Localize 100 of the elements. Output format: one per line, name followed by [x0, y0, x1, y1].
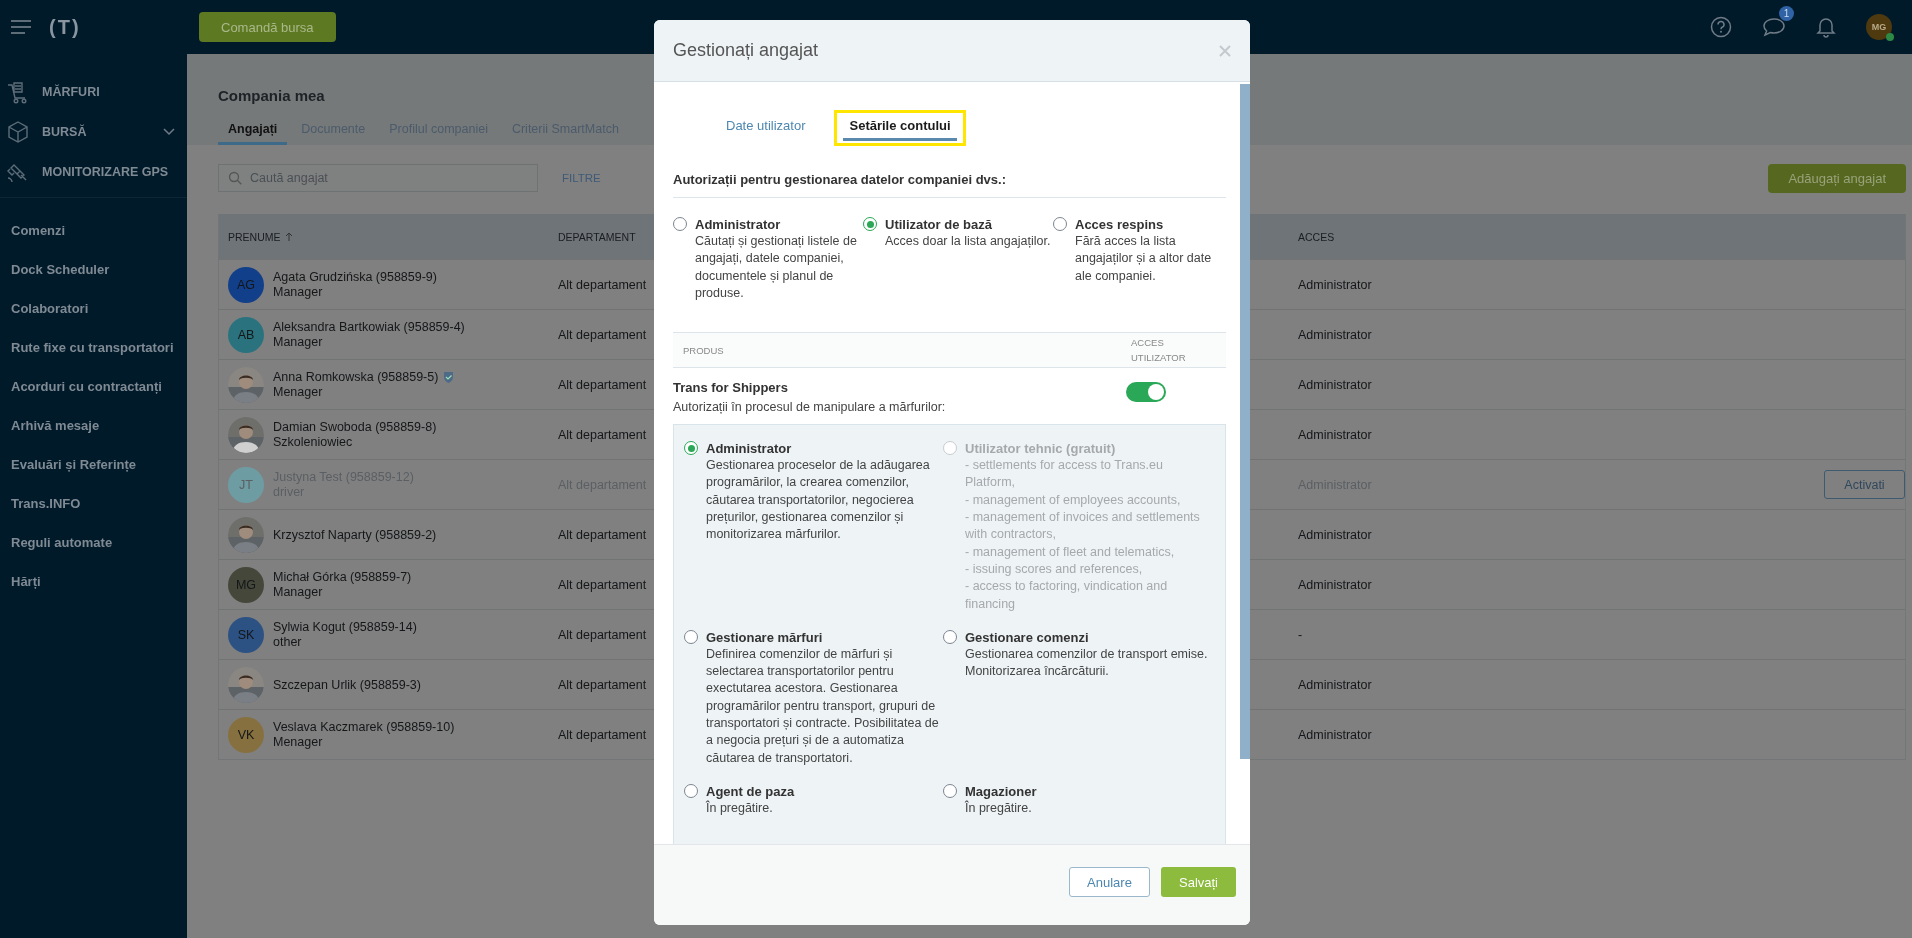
employee-role: other: [273, 635, 303, 649]
logo[interactable]: (T): [49, 15, 81, 39]
access-cell: Administrator: [1298, 527, 1372, 542]
employee-name[interactable]: Damian Swoboda (958859-8): [273, 420, 437, 434]
sidebar-link[interactable]: Rute fixe cu transportatori: [11, 339, 187, 356]
employee-name[interactable]: Krzysztof Naparty (958859-2): [273, 527, 437, 542]
column-header: PRODUS: [683, 344, 724, 356]
sidebar-module[interactable]: BURSĂ: [5, 118, 187, 145]
employee-role: Menager: [273, 385, 324, 399]
avatar: VK: [228, 716, 264, 753]
radio-button[interactable]: [943, 783, 957, 798]
scrollbar[interactable]: [1240, 84, 1250, 759]
access-cell: Administrator: [1298, 427, 1372, 442]
search-icon: [228, 171, 242, 185]
option-title: Magazioner: [965, 782, 1037, 800]
option-description: Acces doar la lista angajaților.: [885, 233, 1051, 250]
product-subtitle: Autorizații în procesul de manipulare a mărfurilor:: [673, 400, 946, 415]
dialog-title: Gestionați angajat: [673, 40, 819, 61]
option-description: Definirea comenzilor de mărfuri și selectarea transportatorilor pentru exectutarea acestora. Gestionarea programărilor pentru transport, grupuri de transportatori și contracte. Posibilitatea de a negocia prețuri și de a automatiza căutarea de transportatori.: [706, 645, 940, 767]
radio-button[interactable]: [863, 217, 877, 231]
employee-name[interactable]: Aleksandra Bartkowiak (958859-4): [273, 320, 465, 334]
page-title: Compania mea: [218, 87, 326, 104]
option-title: Agent de paza: [706, 782, 795, 800]
dialog-tab[interactable]: Date utilizator: [711, 110, 821, 146]
user-avatar[interactable]: MG: [1866, 14, 1892, 40]
sidebar-link[interactable]: Colaboratori: [11, 300, 187, 317]
product-name: Trans for Shippers: [673, 380, 789, 396]
employee-name[interactable]: Agata Grudzińska (958859-9): [273, 270, 437, 284]
department-cell: Alt departament: [558, 677, 647, 692]
access-cell: -: [1298, 627, 1303, 642]
sidebar-module[interactable]: MĂRFURI: [5, 78, 187, 105]
option-title: Gestionare comenzi: [965, 628, 1090, 646]
employee-name[interactable]: Anna Romkowska (958859-5): [273, 370, 439, 384]
avatar: JT: [228, 466, 264, 503]
sidebar-link[interactable]: Acorduri cu contractanți: [11, 378, 187, 395]
chat-icon[interactable]: [1762, 16, 1786, 38]
access-cell: Administrator: [1298, 327, 1372, 342]
help-icon[interactable]: [1710, 16, 1732, 38]
department-cell: Alt departament: [558, 627, 647, 642]
department-cell: Alt departament: [558, 577, 647, 592]
column-header[interactable]: PRENUME: [219, 230, 558, 243]
option-description: În pregătire.: [965, 799, 1033, 817]
option-title: Gestionare mărfuri: [706, 628, 824, 646]
column-header: ACCES UTILIZATOR: [1131, 336, 1186, 366]
option-description: Gestionarea proceselor de la adăugarea programărilor, la crearea comenzilor, căutarea transportatorilor, negocierea prețurilor, gestionarea comenzilor și monitorizarea mărfurilor.: [706, 457, 931, 544]
sidebar-link[interactable]: Arhivă mesaje: [11, 417, 187, 434]
option-description: Fără acces la lista angajaților și a altor date ale companiei.: [1075, 233, 1213, 285]
access-cell: Administrator: [1298, 277, 1372, 292]
option-title: Acces respins: [1075, 216, 1165, 233]
employee-name[interactable]: Sylwia Kogut (958859-14): [273, 620, 417, 634]
radio-button[interactable]: [1053, 217, 1067, 231]
menu-icon[interactable]: [11, 20, 31, 34]
sidebar-link[interactable]: Evaluări și Referințe: [11, 456, 187, 473]
add-employee-button[interactable]: Adăugați angajat: [1768, 163, 1906, 193]
radio-button[interactable]: [684, 441, 698, 456]
dialog-tab[interactable]: Setările contului: [834, 110, 966, 146]
sidebar-link[interactable]: Reguli automate: [11, 534, 187, 551]
cube-icon: [5, 118, 31, 145]
option-description: Căutați și gestionați listele de angajați, datele companiei, documentele și planul de produse.: [695, 233, 858, 302]
option-title: Utilizator tehnic (gratuit): [965, 440, 1117, 458]
message-count-badge: 1: [1779, 6, 1794, 21]
radio-button[interactable]: [943, 629, 957, 644]
department-cell: Alt departament: [558, 377, 647, 392]
avatar: SK: [228, 616, 264, 653]
option-description: - settlements for access to Trans.eu Platform, - management of employees accounts, - management of invoices and settlements with contractors, - management of fleet and telematics, - issuing scores and references, - access to factoring, vindication and financing: [965, 457, 1201, 613]
employee-role: Szkoleniowiec: [273, 435, 354, 449]
radio-button[interactable]: [684, 783, 698, 798]
employee-name[interactable]: Michał Górka (958859-7): [273, 570, 412, 584]
option-title: Administrator: [695, 216, 782, 233]
sidebar-link[interactable]: Dock Scheduler: [11, 261, 187, 278]
sidebar-link[interactable]: Trans.INFO: [11, 495, 187, 512]
option-description: În pregătire.: [706, 799, 774, 817]
radio-button[interactable]: [673, 217, 687, 231]
department-cell: Alt departament: [558, 427, 647, 442]
chevron-down-icon[interactable]: [163, 127, 175, 136]
radio-button[interactable]: [684, 629, 698, 644]
cancel-button[interactable]: Anulare: [1069, 867, 1150, 897]
section-heading: Autorizații pentru gestionarea datelor companiei dvs.:: [673, 146, 1226, 198]
employee-role: Manager: [273, 285, 324, 299]
department-cell: Alt departament: [558, 277, 647, 292]
order-button[interactable]: Comandă bursa: [199, 12, 336, 42]
employee-name[interactable]: Szczepan Urlik (958859-3): [273, 677, 421, 692]
avatar: AB: [228, 316, 264, 353]
avatar: AG: [228, 266, 264, 303]
access-cell: Administrator: [1298, 577, 1372, 592]
bell-icon[interactable]: [1816, 16, 1836, 38]
option-title: Administrator: [706, 440, 793, 458]
department-cell: Alt departament: [558, 527, 647, 542]
employee-name[interactable]: Veslava Kaczmarek (958859-10): [273, 720, 455, 734]
column-header[interactable]: ACCES: [1298, 230, 1678, 243]
employee-role: Manager: [273, 585, 324, 599]
sidebar-module[interactable]: MONITORIZARE GPS: [5, 158, 187, 185]
sidebar-link[interactable]: Hărți: [11, 573, 187, 590]
option-description: Gestionarea comenzilor de transport emise. Monitorizarea încărcăturii.: [965, 645, 1209, 681]
department-cell: Alt departament: [558, 327, 647, 342]
page-tab[interactable]: Angajați: [218, 122, 288, 145]
employee-role: Menager: [273, 735, 324, 749]
option-title: Utilizator de bază: [885, 216, 993, 233]
access-toggle[interactable]: [1126, 382, 1166, 403]
sidebar-link[interactable]: Comenzi: [11, 222, 187, 239]
